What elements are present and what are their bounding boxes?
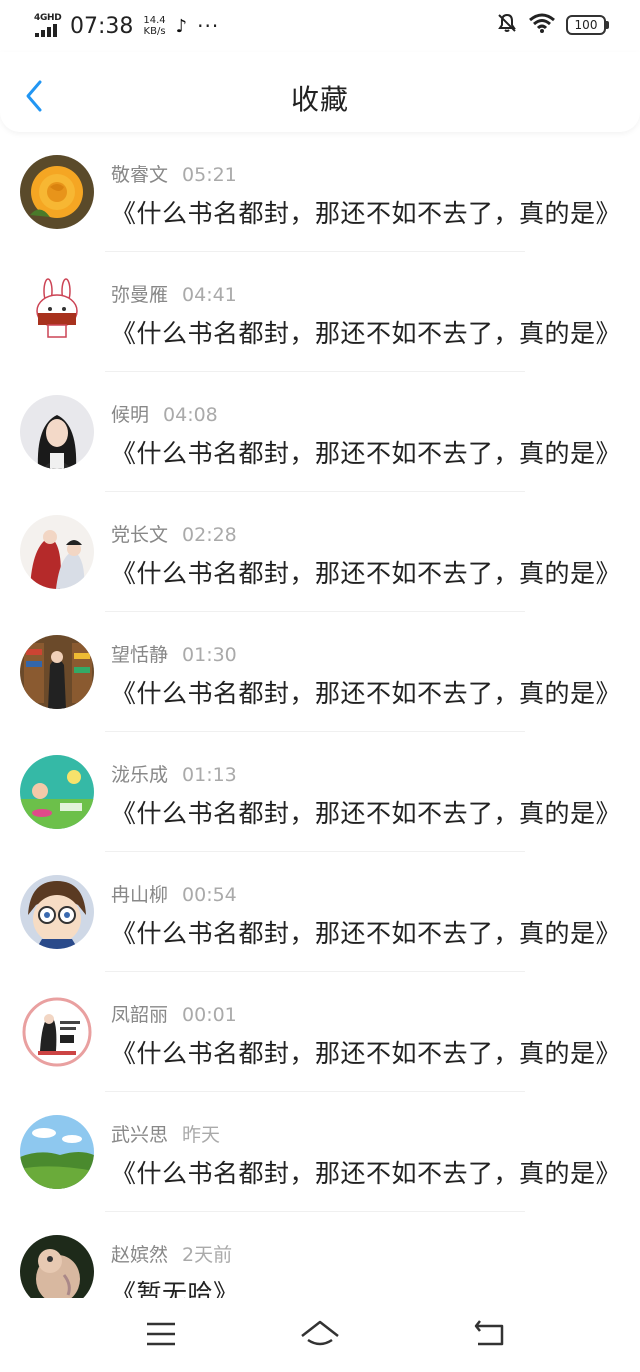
- sender-name: 党长文: [111, 524, 169, 546]
- item-message: 《什么书名都封，那还不如不去了，真的是》: [111, 319, 622, 348]
- menu-icon: [147, 1322, 175, 1346]
- return-icon: [474, 1320, 504, 1346]
- item-time: 00:54: [182, 884, 237, 906]
- battery-icon: 100: [566, 15, 609, 35]
- list-item[interactable]: 候明 04:08 《什么书名都封，那还不如不去了，真的是》: [0, 372, 640, 492]
- sender-name: 望恬静: [111, 644, 169, 666]
- network-type: 4GHD: [34, 13, 62, 23]
- item-time: 04:41: [182, 284, 237, 306]
- system-navigation-bar: [0, 1298, 640, 1372]
- item-message: 《什么书名都封，那还不如不去了，真的是》: [111, 919, 622, 948]
- anime-couple-avatar: [20, 515, 94, 589]
- list-item[interactable]: 凤韶丽 00:01 《什么书名都封，那还不如不去了，真的是》: [0, 972, 640, 1092]
- item-time: 昨天: [182, 1124, 221, 1146]
- back-nav-button[interactable]: [470, 1314, 510, 1354]
- list-item[interactable]: 敬睿文 05:21 《什么书名都封，那还不如不去了，真的是》: [0, 132, 640, 252]
- sender-name: 敬睿文: [111, 164, 169, 186]
- status-bar: 4GHD 07:38 14.4 KB/s ♪ ··· 100: [0, 0, 640, 52]
- wifi-icon: [528, 12, 556, 38]
- sender-name: 武兴思: [111, 1124, 169, 1146]
- item-message: 《什么书名都封，那还不如不去了，真的是》: [111, 559, 622, 588]
- item-time: 02:28: [182, 524, 237, 546]
- item-message: 《什么书名都封，那还不如不去了，真的是》: [111, 679, 622, 708]
- sender-name: 冉山柳: [111, 884, 169, 906]
- status-time: 07:38: [70, 13, 134, 39]
- item-time: 01:30: [182, 644, 237, 666]
- item-message: 《什么书名都封，那还不如不去了，真的是》: [111, 199, 622, 228]
- list-item[interactable]: 赵嫔然 2天前 《暂无哈》: [0, 1212, 640, 1298]
- more-notifications-icon: ···: [197, 14, 220, 38]
- sender-name: 候明: [111, 404, 150, 426]
- list-item[interactable]: 弥曼雁 04:41 《什么书名都封，那还不如不去了，真的是》: [0, 252, 640, 372]
- list-item[interactable]: 党长文 02:28 《什么书名都封，那还不如不去了，真的是》: [0, 492, 640, 612]
- favorites-list: 敬睿文 05:21 《什么书名都封，那还不如不去了，真的是》 弥曼雁 04:41 《…: [0, 132, 640, 1298]
- network-speed: 14.4 KB/s: [143, 15, 165, 37]
- cartoon-avatar: [20, 755, 94, 829]
- sender-name: 弥曼雁: [111, 284, 169, 306]
- item-time: 01:13: [182, 764, 237, 786]
- item-message: 《什么书名都封，那还不如不去了，真的是》: [111, 1159, 622, 1188]
- list-item[interactable]: 武兴思 昨天 《什么书名都封，那还不如不去了，真的是》: [0, 1092, 640, 1212]
- speed-value: 14.4: [143, 15, 166, 26]
- signal-icon: 4GHD: [34, 13, 62, 39]
- item-time: 04:08: [163, 404, 218, 426]
- bunny-avatar: [20, 275, 94, 349]
- bookstore-avatar: [20, 635, 94, 709]
- landscape-avatar: [20, 1115, 94, 1189]
- home-button[interactable]: [298, 1314, 342, 1354]
- item-time: 05:21: [182, 164, 237, 186]
- rose-avatar: [20, 155, 94, 229]
- item-time: 2天前: [182, 1244, 233, 1266]
- cat-avatar: [20, 1235, 94, 1298]
- item-message: 《暂无哈》: [111, 1279, 239, 1298]
- mute-bell-icon: [496, 12, 518, 38]
- list-item[interactable]: 望恬静 01:30 《什么书名都封，那还不如不去了，真的是》: [0, 612, 640, 732]
- list-item[interactable]: 冉山柳 00:54 《什么书名都封，那还不如不去了，真的是》: [0, 852, 640, 972]
- item-message: 《什么书名都封，那还不如不去了，真的是》: [111, 439, 622, 468]
- detective-avatar: [20, 875, 94, 949]
- page-title: 收藏: [290, 83, 349, 116]
- speed-unit: KB/s: [143, 26, 166, 37]
- sender-name: 泷乐成: [111, 764, 169, 786]
- tiktok-icon: ♪: [175, 15, 188, 37]
- list-item[interactable]: 泷乐成 01:13 《什么书名都封，那还不如不去了，真的是》: [0, 732, 640, 852]
- item-time: 00:01: [182, 1004, 237, 1026]
- menu-button[interactable]: [141, 1314, 181, 1354]
- sender-name: 赵嫔然: [111, 1244, 169, 1266]
- item-message: 《什么书名都封，那还不如不去了，真的是》: [111, 799, 622, 828]
- sender-name: 凤韶丽: [111, 1004, 169, 1026]
- home-icon: [301, 1320, 339, 1346]
- item-message: 《什么书名都封，那还不如不去了，真的是》: [111, 1039, 622, 1068]
- girl-photo-avatar: [20, 395, 94, 469]
- badge-avatar: [20, 995, 94, 1069]
- header-bar: 收藏: [0, 52, 640, 132]
